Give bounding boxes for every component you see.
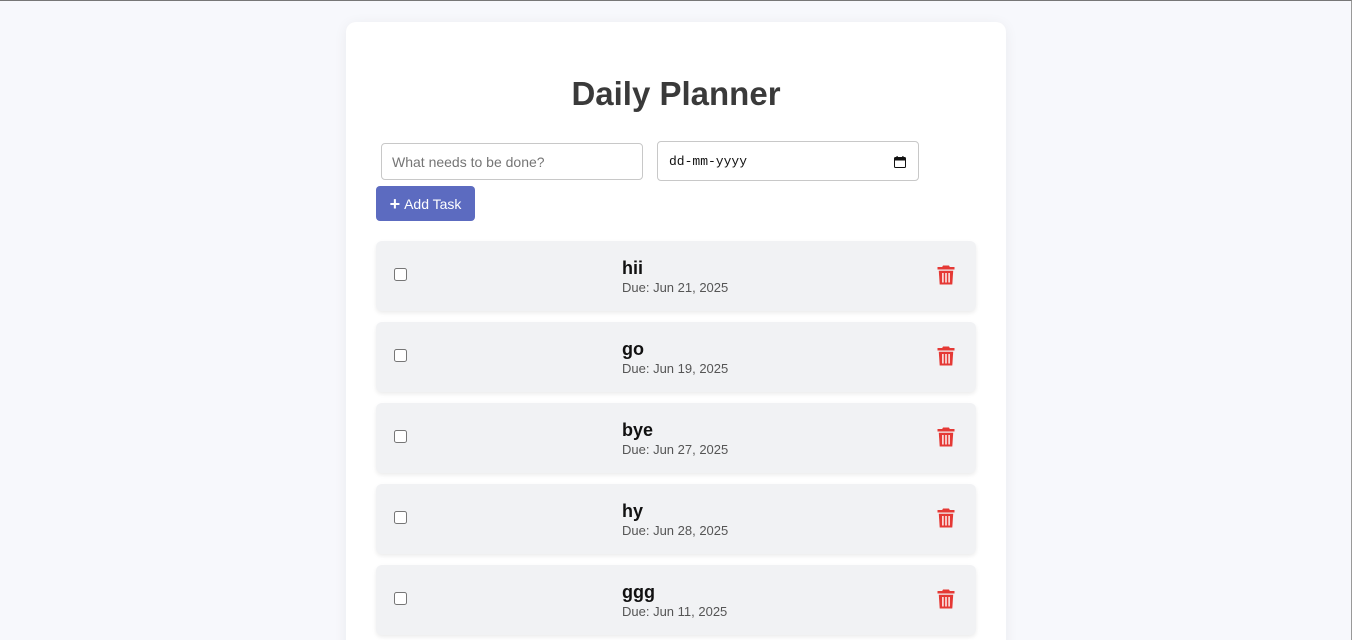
task-name: go	[622, 339, 644, 359]
task-due-date: Due: Jun 27, 2025	[622, 442, 729, 457]
task-item: bye Due: Jun 27, 2025	[376, 403, 976, 473]
delete-task-button[interactable]	[936, 427, 956, 449]
trash-icon	[937, 346, 955, 366]
task-checkbox[interactable]	[394, 268, 407, 281]
task-due-date: Due: Jun 21, 2025	[622, 280, 729, 295]
task-text: hy Due: Jun 28, 2025	[622, 500, 728, 540]
task-item: go Due: Jun 19, 2025	[376, 322, 976, 392]
delete-task-button[interactable]	[936, 346, 956, 368]
task-text: go Due: Jun 19, 2025	[622, 338, 728, 378]
task-text: ggg Due: Jun 11, 2025	[622, 581, 727, 621]
task-text: hii Due: Jun 21, 2025	[622, 257, 728, 297]
trash-icon	[937, 589, 955, 609]
add-task-button[interactable]: + Add Task	[376, 186, 475, 221]
task-name: ggg	[622, 582, 655, 602]
task-checkbox[interactable]	[394, 592, 407, 605]
task-due-date: Due: Jun 11, 2025	[622, 604, 728, 619]
delete-task-button[interactable]	[936, 508, 956, 530]
delete-task-button[interactable]	[936, 589, 956, 611]
task-item: hii Due: Jun 21, 2025	[376, 241, 976, 311]
task-checkbox[interactable]	[394, 511, 407, 524]
add-task-label: Add Task	[404, 195, 462, 212]
due-date-input[interactable]: dd-mm-yyyy	[657, 141, 919, 181]
task-name: bye	[622, 420, 654, 440]
calendar-icon[interactable]	[894, 155, 906, 168]
trash-icon	[937, 265, 955, 285]
task-due-date: Due: Jun 28, 2025	[622, 523, 729, 538]
date-placeholder: dd-mm-yyyy	[669, 153, 748, 169]
task-checkbox[interactable]	[394, 349, 407, 362]
task-text: bye Due: Jun 27, 2025	[622, 419, 728, 459]
task-list: hii Due: Jun 21, 2025 go Due: Jun 19, 20…	[376, 241, 976, 640]
delete-task-button[interactable]	[936, 265, 956, 287]
task-name: hii	[622, 258, 643, 278]
trash-icon	[937, 508, 955, 528]
plus-icon: +	[389, 193, 401, 214]
task-name: hy	[622, 501, 644, 521]
trash-icon	[937, 427, 955, 447]
task-item: hy Due: Jun 28, 2025	[376, 484, 976, 554]
task-checkbox[interactable]	[394, 430, 407, 443]
planner-card: Daily Planner dd-mm-yyyy + Add Task hii …	[346, 22, 1006, 640]
task-item: ggg Due: Jun 11, 2025	[376, 565, 976, 635]
task-due-date: Due: Jun 19, 2025	[622, 361, 729, 376]
task-input[interactable]	[381, 143, 643, 180]
page-title: Daily Planner	[571, 75, 781, 112]
